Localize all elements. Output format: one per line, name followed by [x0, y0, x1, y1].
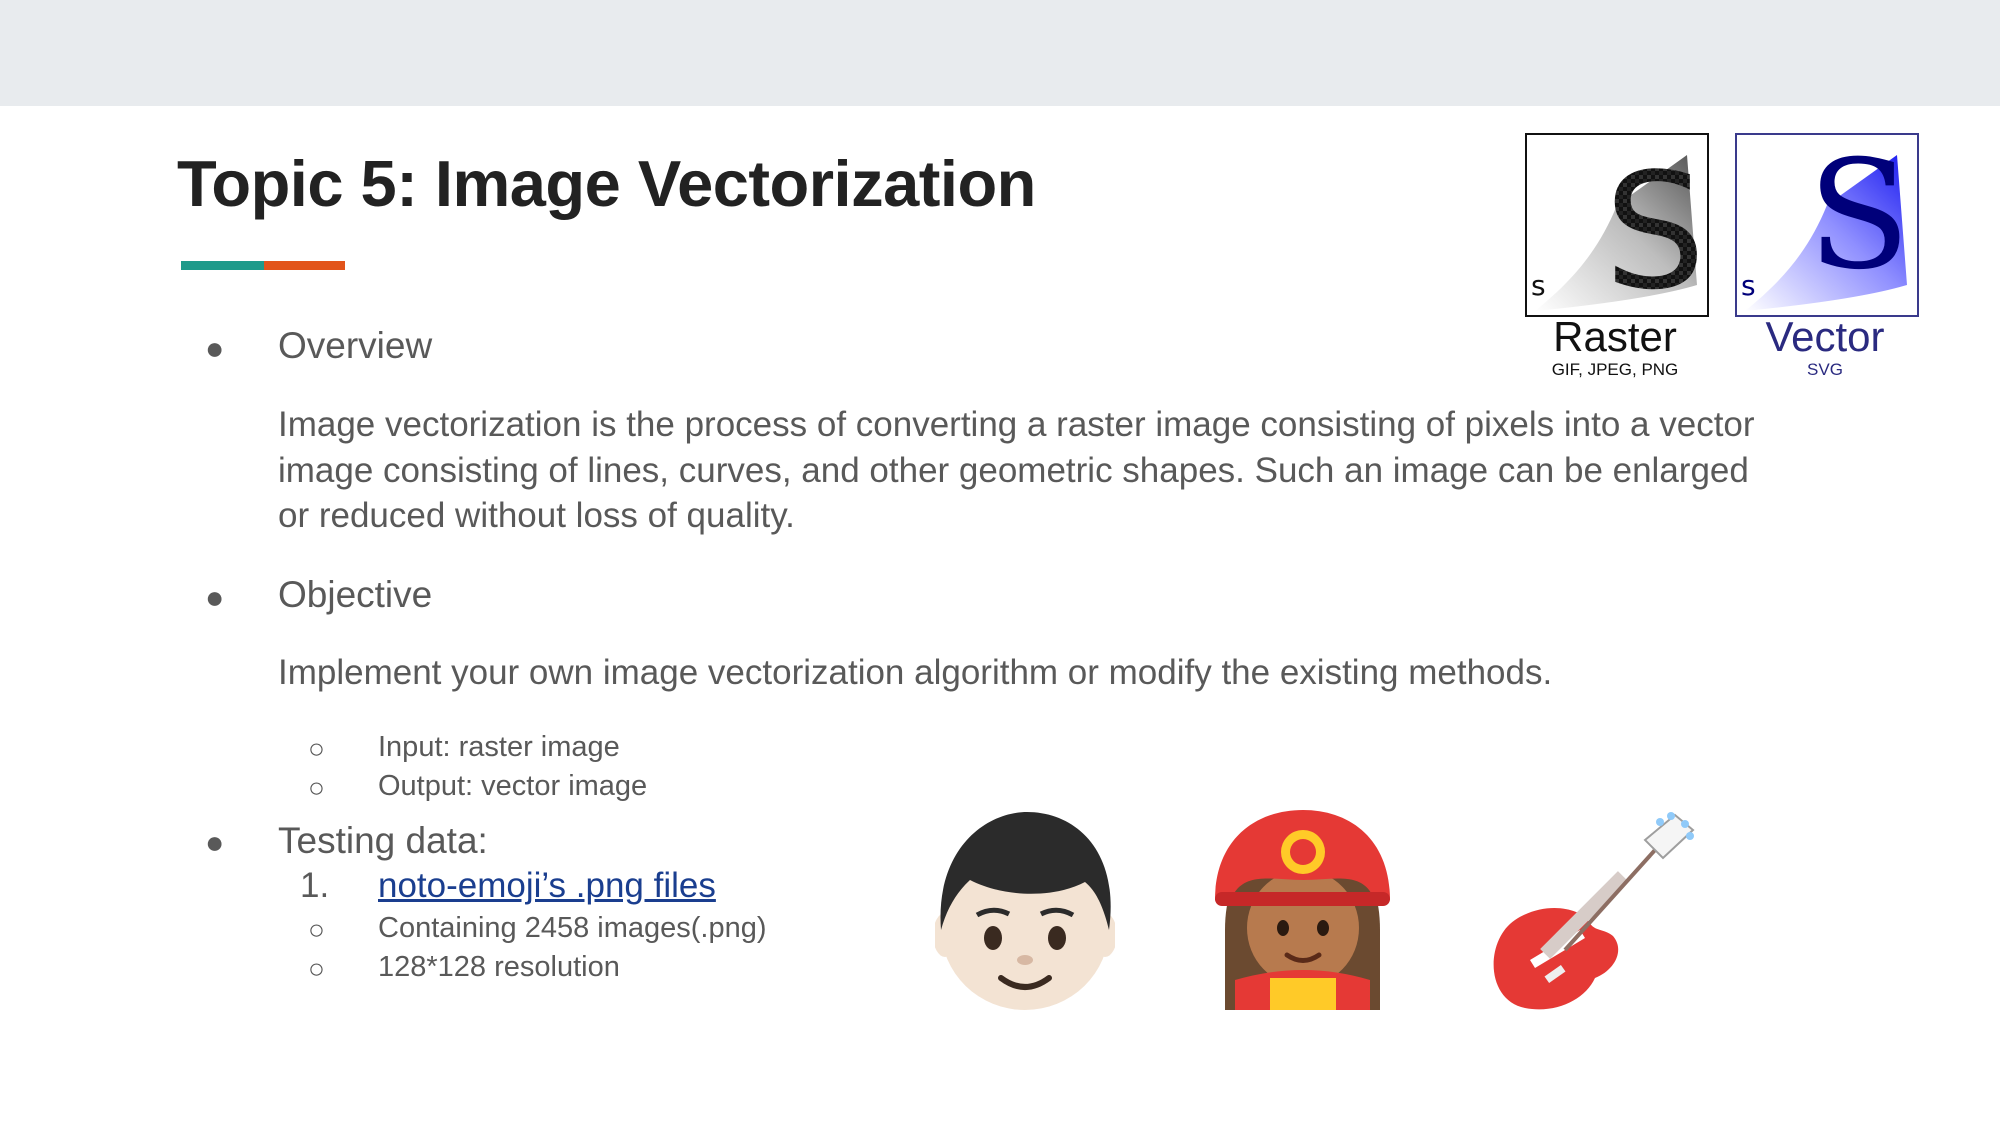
raster-illustration: S s: [1525, 133, 1709, 325]
bullet-overview: ●: [205, 330, 225, 366]
vector-big-s: S: [1808, 135, 1911, 303]
testing-count-item: Containing 2458 images(.png): [378, 912, 767, 944]
title-underline-teal: [181, 261, 264, 270]
vector-small-s: s: [1741, 269, 1756, 302]
title-underline-orange: [264, 261, 345, 270]
objective-body: Implement your own image vectorization a…: [278, 653, 1553, 692]
raster-big-s: S: [1604, 138, 1706, 315]
sub-bullet-count: ○: [308, 914, 325, 945]
raster-label: Raster: [1553, 313, 1677, 360]
objective-input-item: Input: raster image: [378, 731, 620, 763]
top-bar: [0, 0, 2000, 106]
raster-small-s: s: [1531, 269, 1546, 302]
objective-output-item: Output: vector image: [378, 770, 648, 802]
slide-title: Topic 5: Image Vectorization: [177, 147, 1036, 220]
overview-heading: Overview: [278, 325, 433, 366]
bullet-testing: ●: [205, 824, 225, 860]
vector-illustration: S s: [1735, 129, 1919, 317]
sub-bullet-resolution: ○: [308, 953, 325, 984]
bullet-objective: ●: [205, 579, 225, 615]
testing-item-number: 1.: [300, 866, 330, 905]
sub-bullet-input: ○: [308, 733, 325, 764]
electric-guitar-icon: [1485, 810, 1695, 1010]
noto-emoji-link[interactable]: noto-emoji’s .png files: [378, 866, 716, 906]
raster-formats: GIF, JPEG, PNG: [1551, 360, 1679, 379]
testing-heading: Testing data:: [278, 820, 488, 861]
vector-label: Vector: [1765, 313, 1885, 360]
overview-body: Image vectorization is the process of co…: [278, 405, 1755, 535]
sub-bullet-output: ○: [308, 772, 325, 803]
vector-formats: SVG: [1807, 360, 1843, 379]
firefighter-woman-icon: [1215, 810, 1390, 1010]
boy-face-icon: [933, 810, 1117, 1010]
testing-resolution-item: 128*128 resolution: [378, 951, 620, 983]
objective-heading: Objective: [278, 574, 433, 615]
